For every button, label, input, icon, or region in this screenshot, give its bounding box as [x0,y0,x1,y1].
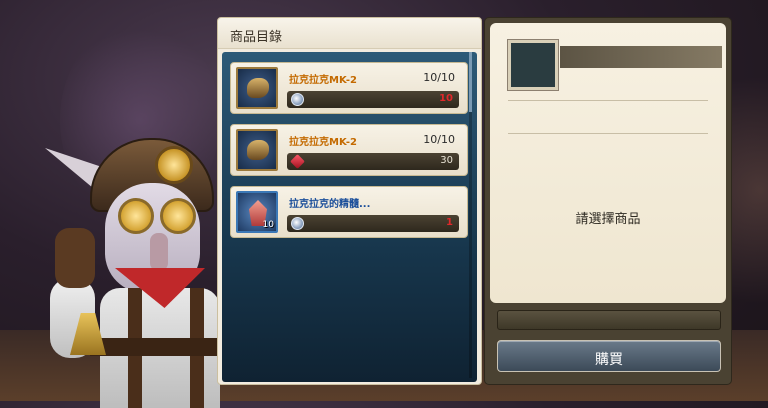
goblin-merchant-npc [40,128,230,408]
mechanical-beast-icon [236,129,278,171]
shop-item[interactable]: 10 拉克拉克的精髓... 1 [230,186,468,238]
item-icon-art [247,140,269,160]
list-scrollbar-thumb[interactable] [469,52,472,112]
goggle-lens [118,198,154,234]
item-price: 30 [440,155,453,166]
quantity-bar [497,310,721,330]
divider [508,100,708,101]
red-gem-icon [290,154,305,169]
buy-button[interactable]: 購買 [497,340,721,372]
price-bar: 1 [287,215,459,232]
select-item-message: 請選擇商品 [575,212,641,227]
shop-item-list[interactable]: 拉克拉克MK-2 10/10 10 拉克拉克MK-2 10/10 30 10 拉… [222,52,477,382]
mechanical-beast-icon [236,67,278,109]
item-name: 拉克拉克MK-2 [289,75,357,86]
goblin-nose [150,233,168,271]
silver-coin-icon [291,217,304,230]
item-name: 拉克拉克的精髓... [289,199,371,210]
shop-item[interactable]: 拉克拉克MK-2 10/10 30 [230,124,468,176]
selected-item-slot [508,40,558,90]
goblin-belt [90,338,230,356]
item-name: 拉克拉克MK-2 [289,137,357,148]
shop-list-header: 商品目錄 [218,18,481,49]
shop-list-panel: 商品目錄 拉克拉克MK-2 10/10 10 拉克拉克MK-2 10/10 30 [217,17,482,385]
silver-coin-icon [291,93,304,106]
shop-list-title: 商品目錄 [230,30,283,45]
shop-item[interactable]: 拉克拉克MK-2 10/10 10 [230,62,468,114]
goggle-lens [160,198,196,234]
price-bar: 30 [287,153,459,170]
item-stock: 10/10 [423,71,455,84]
price-bar: 10 [287,91,459,108]
item-price: 1 [446,217,453,228]
selected-item-name-bar [560,46,722,68]
goblin-glove [55,228,95,288]
red-crystal-icon: 10 [236,191,278,233]
divider [508,133,708,134]
buy-button-label: 購買 [595,352,623,368]
hat-goggle [155,146,193,184]
item-quantity: 10 [262,220,274,230]
item-price: 10 [439,93,453,104]
item-icon-art [247,78,269,98]
item-stock: 10/10 [423,133,455,146]
